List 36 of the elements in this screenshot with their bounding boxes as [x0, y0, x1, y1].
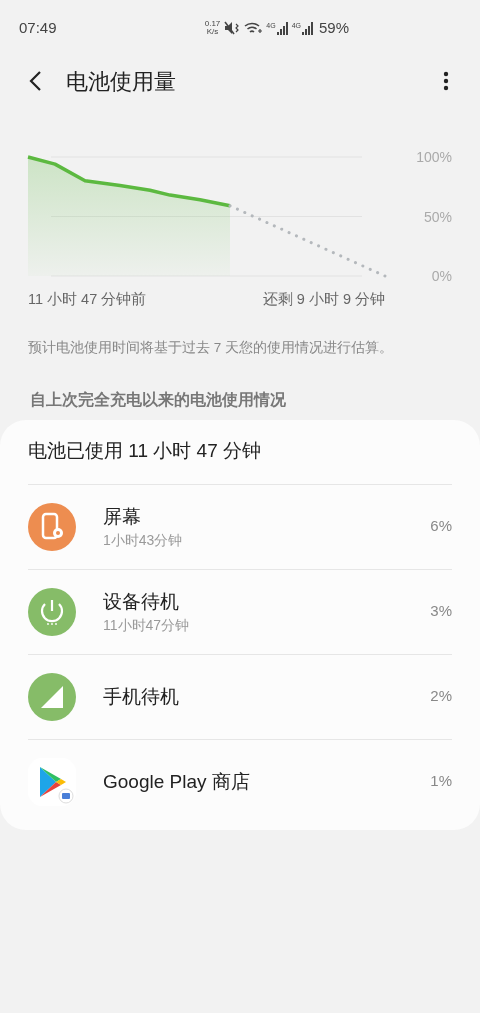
mute-vibrate-icon [224, 21, 241, 35]
more-icon [443, 71, 449, 91]
usage-row[interactable]: 设备待机 11小时47分钟 3% [28, 568, 452, 654]
item-duration: 11小时47分钟 [103, 615, 190, 635]
usage-row[interactable]: 屏幕 1小时43分钟 6% [28, 483, 452, 569]
item-percent: 2% [430, 686, 452, 707]
usage-summary: 电池已使用 11 小时 47 分钟 [27, 439, 262, 464]
signal-icon [28, 672, 76, 721]
axis-label: 100% [416, 149, 452, 165]
axis-label: 0% [431, 268, 452, 284]
item-name: 设备待机 [103, 589, 180, 614]
item-name: Google Play 商店 [103, 769, 250, 794]
usage-row[interactable]: 手机待机 2% [28, 653, 452, 739]
net-speed-value: 0.17 [204, 20, 221, 28]
power-icon [28, 587, 76, 636]
item-duration: 1小时43分钟 [103, 530, 183, 550]
item-percent: 3% [430, 601, 452, 622]
wifi-icon [244, 21, 263, 35]
item-name: 屏幕 [103, 504, 142, 529]
battery-percent: 59% [318, 17, 349, 38]
clock: 07:49 [19, 17, 57, 38]
estimate-note: 预计电池使用时间将基于过去 7 天您的使用情况进行估算。 [28, 339, 394, 357]
time-label: 11 小时 47 分钟前 [28, 291, 147, 307]
axis-label: 50% [423, 208, 452, 225]
usage-row[interactable]: Google Play 商店 1% [28, 738, 452, 824]
signal-bars-icon [276, 21, 288, 35]
section-title: 自上次完全充电以来的电池使用情况 [30, 390, 287, 411]
item-percent: 6% [430, 516, 452, 537]
time-label: 还剩 9 小时 9 分钟 [262, 291, 385, 307]
signal-bars-icon [301, 21, 313, 35]
net-speed-unit: K/s [206, 28, 219, 36]
item-name: 手机待机 [103, 684, 179, 709]
page-title: 电池使用量 [66, 67, 176, 96]
back-icon [28, 70, 42, 92]
phone-settings-icon [28, 502, 76, 551]
item-percent: 1% [430, 771, 452, 792]
